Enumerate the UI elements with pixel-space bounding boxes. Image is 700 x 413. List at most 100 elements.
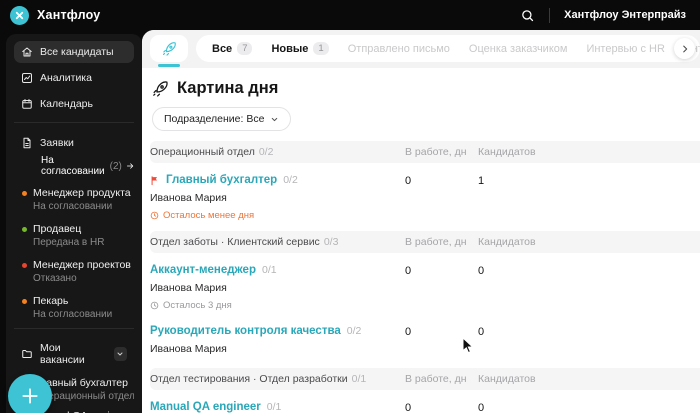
page-title-row: Картина дня [152,79,700,98]
vacancy-deadline: Осталось менее дня [150,210,405,221]
rocket-icon [153,81,168,97]
sidebar-divider [14,328,134,329]
candidates-value: 0 [478,326,485,338]
table-group-header: Операционный отдел 0/2 В работе, дн Канди… [150,141,700,163]
table-row: Manual QA engineer 0/1 Иванова Мария 0 0 [150,390,700,413]
table-group-header: Отдел тестирования · Отдел разработки 0/1… [150,368,700,390]
arrow-right-icon [126,163,134,169]
vacancy-owner: Иванова Мария [150,192,227,204]
stage-tabs-bar: Все 7 Новые 1 Отправлено письмо Оценка зак… [142,30,700,68]
request-title: Менеджер проектов [33,259,131,271]
request-item[interactable]: Продавец Передана в HR [22,223,134,249]
search-icon[interactable] [520,8,535,23]
sidebar-item-label: Мои вакансии [40,342,85,366]
column-header-candidates: Кандидатов [478,236,536,248]
sidebar-item-calendar[interactable]: Календарь [14,93,134,115]
request-item[interactable]: Менеджер проектов Отказано [22,259,134,285]
day-picture-content: Картина дня Подразделение: Все Операцион… [142,79,700,413]
folder-icon [21,348,33,360]
request-title: Пекарь [33,295,69,307]
tab-letter-sent[interactable]: Отправлено письмо [348,43,450,55]
table-row: Главный бухгалтер 0/2 Иванова Мария Оста… [150,163,700,231]
in-work-value: 0 [405,265,412,277]
sidebar-item-label: Аналитика [40,72,92,84]
huntflow-logo-icon[interactable] [10,5,29,25]
division-filter-label: Подразделение: Все [164,113,265,125]
vacancy-link[interactable]: Главный бухгалтер [166,174,277,186]
sidebar-item-label: Заявки [40,137,74,149]
vacancy-owner: Иванова Мария [150,343,227,355]
group-progress: 0/1 [351,373,367,385]
tab-new[interactable]: Новые 1 [271,42,329,55]
candidates-value: 0 [478,265,485,277]
calendar-icon [21,98,33,110]
page-title: Картина дня [177,79,279,97]
account-menu[interactable]: Хантфлоу Энтерпрайз [564,9,686,21]
vacancy-link[interactable]: Руководитель контроля качества [150,325,341,337]
status-dot [22,227,27,232]
vacancy-link[interactable]: Аккаунт-менеджер [150,264,256,276]
group-progress: 0/3 [323,236,339,248]
request-title: Продавец [33,223,82,235]
flag-icon [150,175,160,186]
tab-client-review[interactable]: Оценка заказчиком [469,43,568,55]
top-bar: Хантфлоу Хантфлоу Энтерпрайз [0,0,700,30]
in-work-value: 0 [405,402,412,413]
tabs-scroll-right-button[interactable] [674,38,695,59]
request-status: Отказано [33,273,77,284]
sidebar-item-requests[interactable]: Заявки [14,132,134,154]
add-button[interactable] [8,374,52,413]
request-title: Менеджер продукта [33,187,131,199]
table-group-header: Отдел заботы · Клиентский сервис 0/3 В ра… [150,231,700,253]
rocket-icon [162,42,176,56]
request-item[interactable]: Менеджер продукта На согласовании [22,187,134,213]
status-dot [22,263,27,268]
division-filter-dropdown[interactable]: Подразделение: Все [152,107,292,131]
table-row: Руководитель контроля качества 0/2 Ивано… [150,321,700,365]
request-item[interactable]: Пекарь На согласовании [22,295,134,321]
vacancy-link[interactable]: Manual QA engineer [150,401,261,413]
tab-day-picture[interactable] [150,35,188,62]
request-status: Передана в HR [33,237,105,248]
column-header-in-work: В работе, дн [405,373,467,385]
in-work-value: 0 [405,175,412,187]
topbar-divider [549,7,551,23]
vacancy-deadline: Осталось 3 дня [150,300,405,311]
sidebar-item-label: Календарь [40,98,93,110]
vacancy-progress: 0/1 [266,401,282,413]
filter-count: (2) [109,160,122,172]
group-name: Отдел тестирования · Отдел разработки [150,373,348,385]
column-header-in-work: В работе, дн [405,146,467,158]
sidebar-item-all-candidates[interactable]: Все кандидаты [14,41,134,63]
sidebar-item-analytics[interactable]: Аналитика [14,67,134,89]
candidates-value: 0 [478,402,485,413]
tab-count-badge: 1 [313,42,329,55]
column-header-candidates: Кандидатов [478,373,536,385]
requests-approval-filter[interactable]: На согласовании (2) [41,155,134,177]
clock-icon [150,301,159,310]
chevron-down-icon [272,117,278,121]
group-progress: 0/2 [258,146,274,158]
chevron-down-icon[interactable] [113,347,127,361]
requests-icon [21,137,33,149]
sidebar-divider [14,122,134,123]
tab-hr-interview[interactable]: Интервью с HR [586,43,664,55]
request-status: На согласовании [33,309,113,320]
chevron-right-icon [682,45,687,52]
active-tab-indicator [158,64,180,67]
tabs-pill: Все 7 Новые 1 Отправлено письмо Оценка зак… [196,35,700,62]
vacancy-progress: 0/2 [283,174,298,186]
clock-icon [150,211,159,220]
sidebar-item-my-vacancies[interactable]: Мои вакансии [14,338,134,370]
tab-all[interactable]: Все 7 [212,42,253,55]
in-work-value: 0 [405,326,412,338]
vacancy-progress: 0/1 [261,264,277,276]
home-icon [21,46,33,58]
column-header-in-work: В работе, дн [405,236,467,248]
analytics-icon [21,72,33,84]
column-header-candidates: Кандидатов [478,146,536,158]
group-name: Операционный отдел [150,146,255,158]
plus-icon [22,388,38,404]
status-dot [22,299,27,304]
app-title: Хантфлоу [37,8,101,22]
